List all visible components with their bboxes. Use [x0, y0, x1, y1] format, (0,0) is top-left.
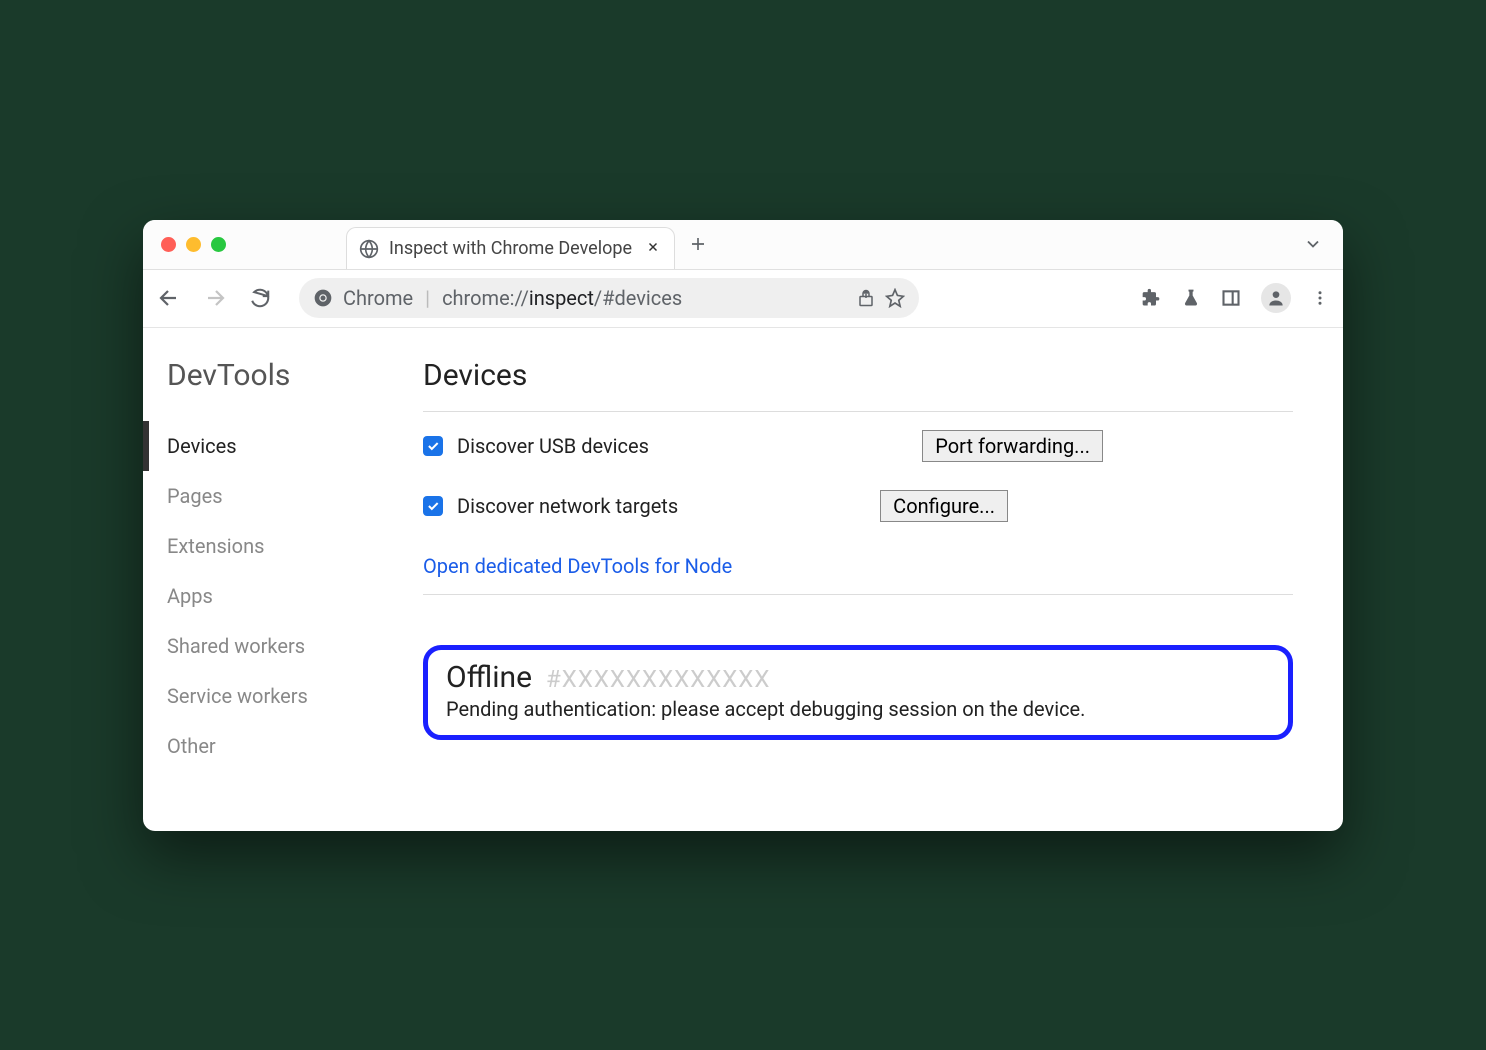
url-divider: |: [425, 286, 430, 310]
device-hash: #XXXXXXXXXXXXX: [546, 665, 770, 693]
discover-usb-label: Discover USB devices: [457, 434, 649, 458]
address-bar[interactable]: Chrome | chrome://inspect/#devices: [299, 278, 919, 318]
browser-tab[interactable]: Inspect with Chrome Develope: [346, 227, 675, 269]
minimize-window-button[interactable]: [186, 237, 201, 252]
divider: [423, 411, 1293, 412]
page-heading: Devices: [423, 358, 1293, 393]
extensions-icon[interactable]: [1141, 288, 1161, 308]
new-tab-button[interactable]: [689, 235, 707, 253]
discover-network-label: Discover network targets: [457, 494, 678, 518]
sidebar: DevTools Devices Pages Extensions Apps S…: [143, 358, 393, 771]
maximize-window-button[interactable]: [211, 237, 226, 252]
globe-icon: [359, 239, 379, 259]
discover-network-checkbox[interactable]: [423, 496, 443, 516]
side-panel-icon[interactable]: [1221, 288, 1241, 308]
discover-network-row: Discover network targets Configure...: [423, 490, 1293, 522]
close-tab-icon[interactable]: [646, 238, 660, 259]
main-panel: Devices Discover USB devices Port forwar…: [393, 358, 1323, 771]
back-button[interactable]: [157, 286, 181, 310]
open-node-devtools-link[interactable]: Open dedicated DevTools for Node: [423, 554, 732, 578]
sidebar-item-service-workers[interactable]: Service workers: [143, 671, 393, 721]
toolbar: Chrome | chrome://inspect/#devices: [143, 270, 1343, 328]
sidebar-item-devices[interactable]: Devices: [143, 421, 393, 471]
discover-usb-checkbox[interactable]: [423, 436, 443, 456]
divider: [423, 594, 1293, 595]
chrome-icon: [313, 288, 333, 308]
tab-title: Inspect with Chrome Develope: [389, 238, 632, 259]
url-scheme: Chrome: [343, 286, 413, 310]
sidebar-item-extensions[interactable]: Extensions: [143, 521, 393, 571]
sidebar-item-shared-workers[interactable]: Shared workers: [143, 621, 393, 671]
sidebar-item-apps[interactable]: Apps: [143, 571, 393, 621]
sidebar-title: DevTools: [143, 358, 393, 393]
menu-icon[interactable]: [1311, 289, 1329, 307]
offline-device-box: Offline #XXXXXXXXXXXXX Pending authentic…: [423, 645, 1293, 740]
tab-overflow-icon[interactable]: [1303, 234, 1323, 254]
labs-icon[interactable]: [1181, 288, 1201, 308]
configure-button[interactable]: Configure...: [880, 490, 1008, 522]
reload-button[interactable]: [249, 287, 271, 309]
profile-avatar[interactable]: [1261, 283, 1291, 313]
sidebar-item-pages[interactable]: Pages: [143, 471, 393, 521]
port-forwarding-button[interactable]: Port forwarding...: [922, 430, 1103, 462]
url-text: chrome://inspect/#devices: [442, 286, 682, 310]
sidebar-item-other[interactable]: Other: [143, 721, 393, 771]
close-window-button[interactable]: [161, 237, 176, 252]
title-bar: Inspect with Chrome Develope: [143, 220, 1343, 270]
page-content: DevTools Devices Pages Extensions Apps S…: [143, 328, 1343, 831]
share-icon[interactable]: [857, 289, 875, 307]
discover-usb-row: Discover USB devices Port forwarding...: [423, 430, 1293, 462]
bookmark-icon[interactable]: [885, 288, 905, 308]
offline-status: Offline: [446, 660, 532, 695]
pending-auth-message: Pending authentication: please accept de…: [446, 697, 1270, 721]
window-controls: [161, 237, 226, 252]
browser-window: Inspect with Chrome Develope: [143, 220, 1343, 831]
forward-button[interactable]: [203, 286, 227, 310]
